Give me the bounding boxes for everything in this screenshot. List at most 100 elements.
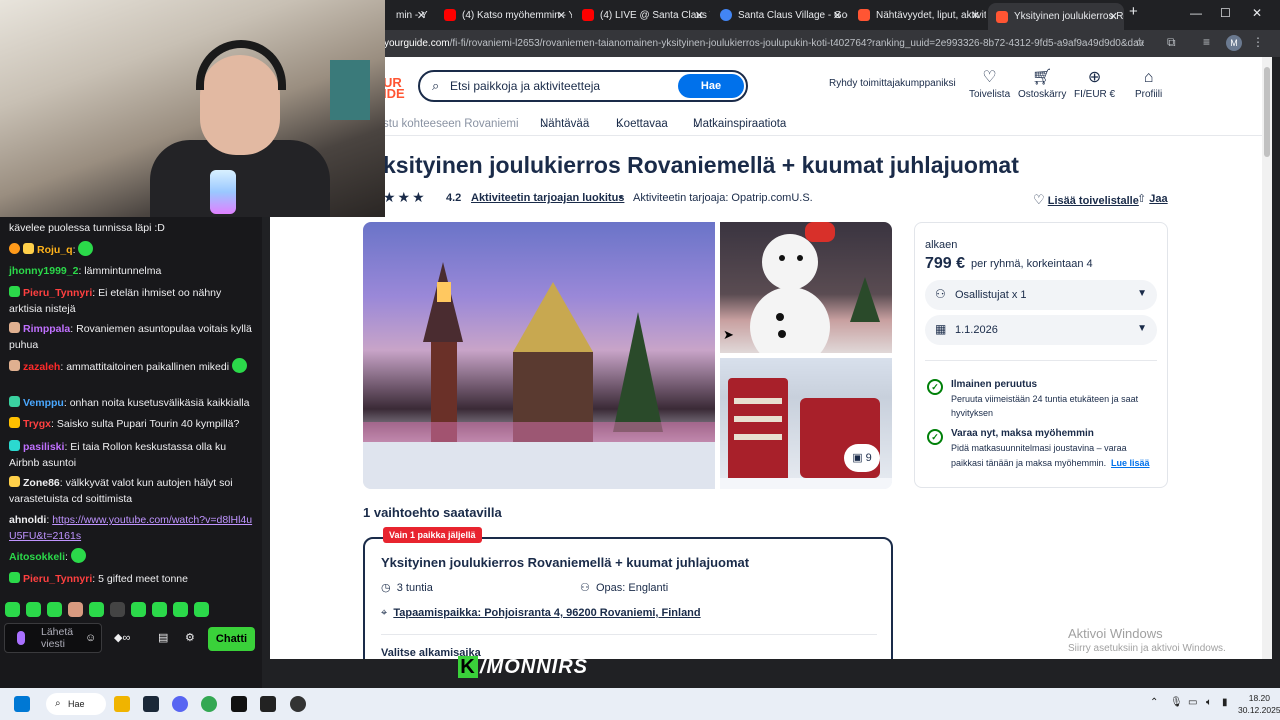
nav-wishlist[interactable]: ♡ Toivelista bbox=[969, 69, 1010, 100]
browser-profile-avatar[interactable]: M bbox=[1226, 35, 1242, 51]
subnav-item[interactable]: Nähtävää ⌄ bbox=[540, 118, 589, 130]
maximize-icon[interactable]: ☐ bbox=[1220, 6, 1231, 20]
chat-send-button[interactable]: Chatti bbox=[208, 627, 255, 651]
nav-label: Toivelista bbox=[969, 89, 1011, 100]
gear-icon[interactable]: ⚙ bbox=[185, 631, 195, 644]
mic-icon[interactable]: 🎙︎ bbox=[1170, 697, 1183, 708]
browser-tab[interactable]: (4) LIVE @ Santa Claus Vi ✕ bbox=[574, 4, 710, 26]
nav-cart[interactable]: 🛒︎ Ostoskärry bbox=[1018, 69, 1066, 100]
menu-icon[interactable]: ⋮ bbox=[1252, 35, 1264, 49]
share-button[interactable]: ⇧ Jaa bbox=[1137, 192, 1168, 205]
wishlist-button[interactable]: ♡ Lisää toivelistalle bbox=[1033, 192, 1139, 208]
volume-icon[interactable]: 🔈︎ bbox=[1206, 697, 1212, 708]
close-tab-icon[interactable]: ✕ bbox=[417, 9, 426, 22]
chat-username[interactable]: Roju_q bbox=[37, 244, 73, 256]
emote-icon[interactable] bbox=[5, 602, 20, 617]
new-tab-icon[interactable]: + bbox=[1129, 3, 1138, 20]
date-select[interactable]: ▦ 1.1.2026 ▼ bbox=[925, 315, 1157, 345]
page-scrollbar[interactable] bbox=[1262, 57, 1272, 659]
emoji-icon[interactable]: ☺ bbox=[85, 632, 96, 644]
option-title: Yksityinen joulukierros Rovaniemellä + k… bbox=[381, 555, 750, 570]
share-label: Jaa bbox=[1149, 193, 1168, 205]
close-tab-icon[interactable]: ✕ bbox=[557, 9, 566, 22]
close-tab-icon[interactable]: ✕ bbox=[971, 9, 980, 22]
browser-tab[interactable]: Santa Claus Village - Goo ✕ bbox=[712, 4, 848, 26]
chat-link[interactable]: https://www.youtube.com/watch?v=d8lHl4uU… bbox=[9, 514, 252, 542]
chat-username[interactable]: Vemppu bbox=[23, 397, 64, 409]
browser-tab[interactable]: min - Y ✕ bbox=[388, 4, 432, 26]
media-icon[interactable]: ≡ bbox=[1203, 35, 1210, 49]
app-icon[interactable] bbox=[260, 696, 276, 712]
chat-input[interactable]: Lähetä viesti ☺ bbox=[4, 623, 102, 653]
meeting-point-link[interactable]: Tapaamispaikka: Pohjoisranta 4, 96200 Ro… bbox=[393, 607, 700, 619]
taskbar-search[interactable]: ⌕ Hae bbox=[46, 693, 106, 715]
chat-username[interactable]: Zone86 bbox=[23, 477, 60, 489]
scrollbar-thumb[interactable] bbox=[1264, 67, 1270, 157]
taskbar-clock[interactable]: 18.20 30.12.2025 bbox=[1238, 692, 1280, 716]
extensions-icon[interactable]: ⧉ bbox=[1167, 35, 1176, 50]
browser-tab-active[interactable]: Yksityinen joulukierros Ro ✕ bbox=[988, 3, 1124, 30]
minimize-icon[interactable]: — bbox=[1190, 6, 1202, 20]
subnav-item[interactable]: Koettavaa ⌄ bbox=[616, 118, 668, 130]
chat-username[interactable]: Pieru_Tynnyri bbox=[23, 573, 92, 585]
clock-icon: ◷ bbox=[381, 582, 391, 594]
network-icon[interactable]: ▭ bbox=[1188, 697, 1197, 708]
bookmark-star-icon[interactable]: ☆ bbox=[1134, 35, 1145, 49]
chat-username[interactable]: Aitosokkeli bbox=[9, 551, 65, 563]
snowman-photo[interactable] bbox=[720, 222, 892, 353]
obs-icon[interactable] bbox=[290, 696, 306, 712]
bits-icon[interactable]: ◆∞ bbox=[114, 631, 130, 644]
emote-icon[interactable] bbox=[68, 602, 83, 617]
search-button[interactable]: Hae bbox=[678, 74, 744, 98]
option-card[interactable]: Vain 1 paikka jäljellä Yksityinen jouluk… bbox=[363, 527, 893, 659]
search-bar[interactable]: ⌕ Etsi paikkoja ja aktiviteetteja Hae bbox=[418, 70, 748, 102]
close-tab-icon[interactable]: ✕ bbox=[1109, 10, 1118, 23]
subnav-item[interactable]: Matkainspiraatiota ⌄ bbox=[693, 118, 786, 130]
url-field[interactable]: yourguide.com/fi-fi/rovaniemi-l2653/rova… bbox=[384, 34, 1144, 54]
chat-username[interactable]: Trygx bbox=[23, 418, 51, 430]
chat-username[interactable]: pasiliski bbox=[23, 441, 64, 453]
close-window-icon[interactable]: ✕ bbox=[1252, 6, 1262, 20]
battery-icon[interactable]: ▮ bbox=[1222, 697, 1228, 708]
windows-start-icon[interactable] bbox=[14, 696, 30, 712]
close-tab-icon[interactable]: ✕ bbox=[833, 9, 842, 22]
emote-icon[interactable] bbox=[110, 602, 125, 617]
steam-icon[interactable] bbox=[143, 696, 159, 712]
partner-link[interactable]: Ryhdy toimittajakumppaniksi bbox=[829, 78, 956, 89]
emote-icon[interactable] bbox=[152, 602, 167, 617]
photo-count-button[interactable]: ▣ 9 bbox=[844, 444, 880, 472]
chat-username[interactable]: jhonny1999_2 bbox=[9, 265, 78, 277]
file-explorer-icon[interactable] bbox=[114, 696, 130, 712]
main-photo[interactable] bbox=[363, 222, 715, 489]
store-icon[interactable]: ▤ bbox=[158, 631, 168, 644]
breadcrumb[interactable]: stu kohteeseen Rovaniemi bbox=[383, 118, 519, 130]
emote-icon[interactable] bbox=[26, 602, 41, 617]
nav-language[interactable]: ⊕ FI/EUR € bbox=[1074, 69, 1115, 100]
chat-username[interactable]: Pieru_Tynnyri bbox=[23, 287, 92, 299]
site-logo[interactable]: UR IDE bbox=[383, 76, 405, 100]
chrome-icon[interactable] bbox=[201, 696, 217, 712]
browser-tab[interactable]: Nähtävyydet, liput, aktivit ✕ bbox=[850, 4, 986, 26]
close-tab-icon[interactable]: ✕ bbox=[695, 9, 704, 22]
emote-icon[interactable] bbox=[131, 602, 146, 617]
chat-username[interactable]: Rimppala bbox=[23, 323, 70, 335]
chat-username[interactable]: ahnoldi bbox=[9, 514, 46, 526]
rating-link[interactable]: Aktiviteetin tarjoajan luokitus bbox=[471, 192, 624, 204]
discord-icon[interactable] bbox=[172, 696, 188, 712]
chat-username[interactable]: zazaleh bbox=[23, 361, 60, 373]
star-rating-icon: ★★★ bbox=[383, 189, 427, 205]
browser-tab[interactable]: (4) Katso myöhemmin - Y ✕ bbox=[436, 4, 572, 26]
app-icon[interactable] bbox=[231, 696, 247, 712]
emote-icon[interactable] bbox=[173, 602, 188, 617]
read-more-link[interactable]: Lue lisää bbox=[1111, 458, 1150, 468]
emote-icon[interactable] bbox=[47, 602, 62, 617]
emote-icon[interactable] bbox=[89, 602, 104, 617]
mic-icon[interactable] bbox=[17, 631, 25, 645]
chat-input-placeholder: Lähetä viesti bbox=[41, 626, 74, 650]
chevron-up-icon[interactable]: ⌃ bbox=[1150, 697, 1158, 708]
participants-select[interactable]: ⚇ Osallistujat x 1 ▼ bbox=[925, 280, 1157, 310]
emote-icon[interactable] bbox=[194, 602, 209, 617]
search-input[interactable]: Etsi paikkoja ja aktiviteetteja bbox=[450, 79, 600, 93]
subnav-label: Koettavaa bbox=[616, 118, 668, 130]
nav-profile[interactable]: ⌂ Profiili bbox=[1135, 69, 1162, 100]
